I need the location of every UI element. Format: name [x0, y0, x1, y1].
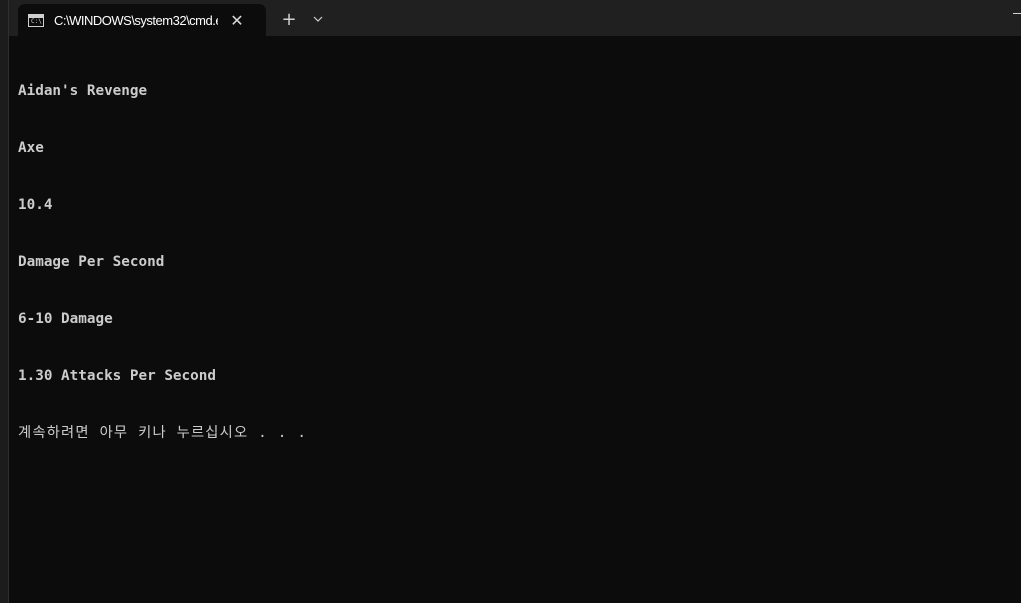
console-line: Axe — [18, 140, 44, 156]
console-line: Aidan's Revenge — [18, 83, 148, 99]
console-line: 10.4 — [18, 197, 53, 213]
tab-dropdown-button[interactable] — [309, 9, 327, 29]
terminal-window: C:\ C:\WINDOWS\system32\cmd.exe ✕ + Aida… — [0, 0, 1021, 603]
chevron-down-icon — [313, 16, 323, 22]
cmd-icon: C:\ — [28, 13, 44, 27]
console-line: 6-10 Damage — [18, 311, 113, 327]
console-line: Damage Per Second — [18, 254, 165, 270]
console-output[interactable]: Aidan's Revenge Axe 10.4 Damage Per Seco… — [18, 44, 1008, 481]
tab-title: C:\WINDOWS\system32\cmd.exe — [54, 12, 218, 28]
title-bar: C:\ C:\WINDOWS\system32\cmd.exe ✕ + — [9, 0, 1021, 36]
cmd-icon-text: C:\ — [31, 17, 42, 25]
press-any-key-prompt: 계속하려면 아무 키나 누르십시오 . . . — [18, 425, 308, 441]
window-left-edge — [0, 0, 9, 603]
new-tab-button[interactable]: + — [279, 9, 299, 30]
tab-close-button[interactable]: ✕ — [230, 11, 244, 30]
tab-cmd[interactable]: C:\ C:\WINDOWS\system32\cmd.exe ✕ — [18, 4, 266, 36]
console-line: 1.30 Attacks Per Second — [18, 368, 216, 384]
minimize-button[interactable] — [1009, 6, 1021, 20]
